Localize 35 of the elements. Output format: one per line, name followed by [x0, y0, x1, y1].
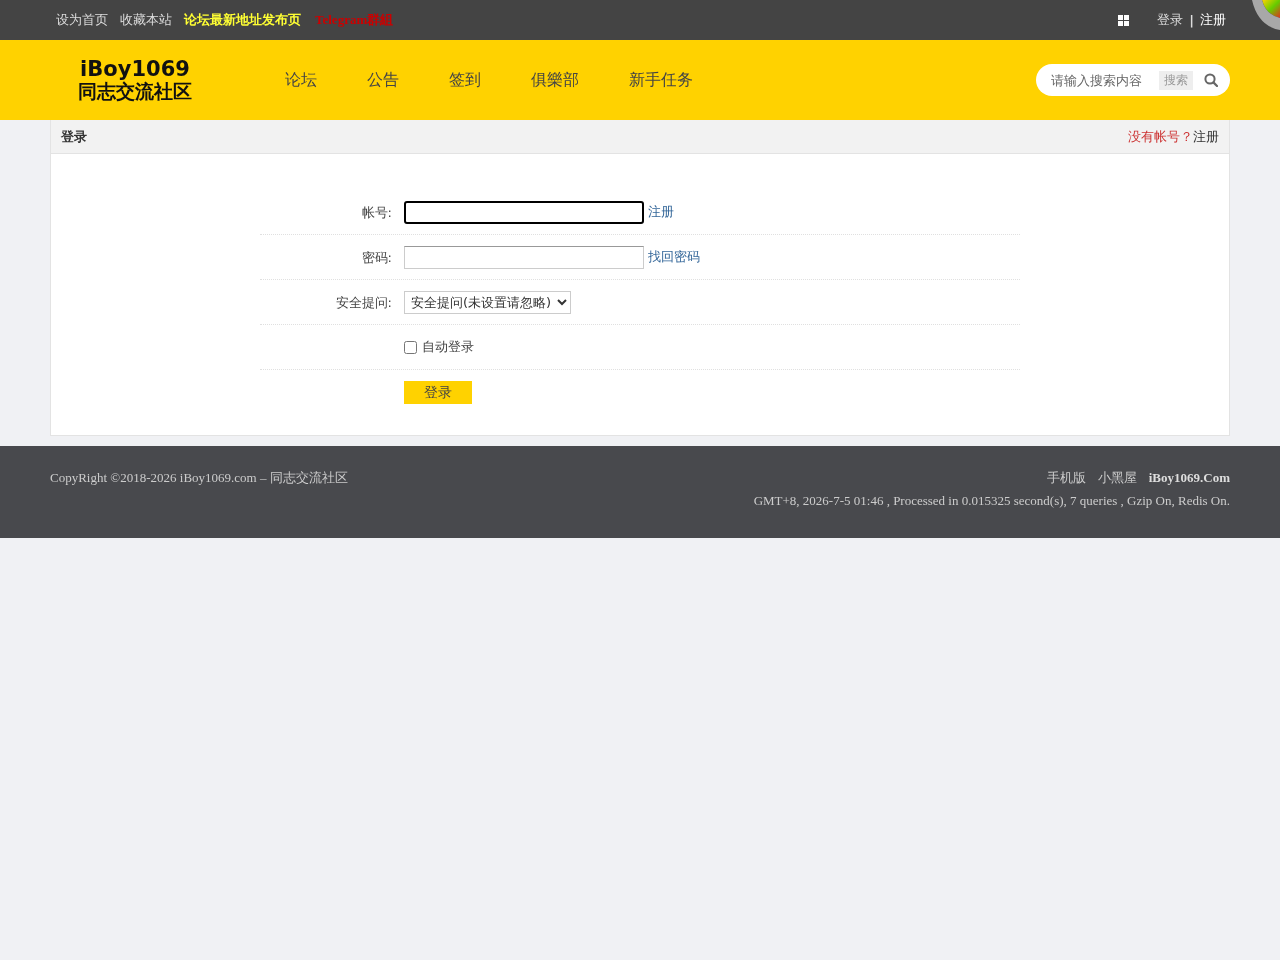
panel-title: 登录: [61, 127, 87, 146]
footer-link[interactable]: 小黑屋: [1097, 466, 1137, 489]
stats-text: GMT+8, 2026-7-5 01:46 , Processed in 0.015325 second(s), 7 queries , Gzip On, Redis On.: [753, 492, 1230, 510]
security-question-select[interactable]: 安全提问(未设置请忽略): [404, 290, 571, 314]
page-curl-icon[interactable]: [1250, 0, 1280, 30]
nav-item[interactable]: 新手任务: [629, 69, 693, 91]
logo-title: iBoy1069: [80, 57, 190, 82]
logo-subtitle: 同志交流社区: [78, 81, 192, 103]
form-link[interactable]: 找回密码: [648, 248, 700, 266]
register-link[interactable]: 注册: [1200, 11, 1226, 29]
field-label: 密码:: [361, 250, 392, 265]
grid-icon[interactable]: [1118, 14, 1130, 26]
username-field[interactable]: [404, 200, 644, 224]
top-link[interactable]: 论坛最新地址发布页: [184, 11, 301, 29]
auto-login-checkbox[interactable]: [404, 340, 417, 354]
nav-item[interactable]: 签到: [449, 69, 481, 91]
nav-item[interactable]: 公告: [367, 69, 399, 91]
checkbox-label: 自动登录: [422, 338, 474, 356]
form-link[interactable]: 注册: [648, 203, 674, 221]
search-icon[interactable]: [1204, 73, 1218, 87]
field-label: 帐号:: [361, 205, 392, 220]
nav-item[interactable]: 论坛: [285, 69, 317, 91]
footer-link[interactable]: iBoy1069.Com: [1148, 466, 1230, 489]
login-button[interactable]: 登录: [404, 381, 472, 404]
password-field[interactable]: [404, 245, 644, 269]
field-label: 安全提问:: [335, 295, 392, 310]
top-link[interactable]: 设为首页: [56, 11, 108, 29]
register-link[interactable]: 注册: [1193, 127, 1219, 146]
no-account-link[interactable]: 没有帐号？: [1128, 127, 1193, 146]
nav-item[interactable]: 俱樂部: [531, 69, 579, 91]
top-link[interactable]: 收藏本站: [120, 11, 172, 29]
separator: |: [1189, 12, 1194, 28]
copyright-text: CopyRight ©2018-2026 iBoy1069.com – 同志交流社区: [50, 469, 348, 487]
login-link[interactable]: 登录: [1157, 11, 1184, 29]
footer-link[interactable]: 手机版: [1046, 466, 1086, 489]
